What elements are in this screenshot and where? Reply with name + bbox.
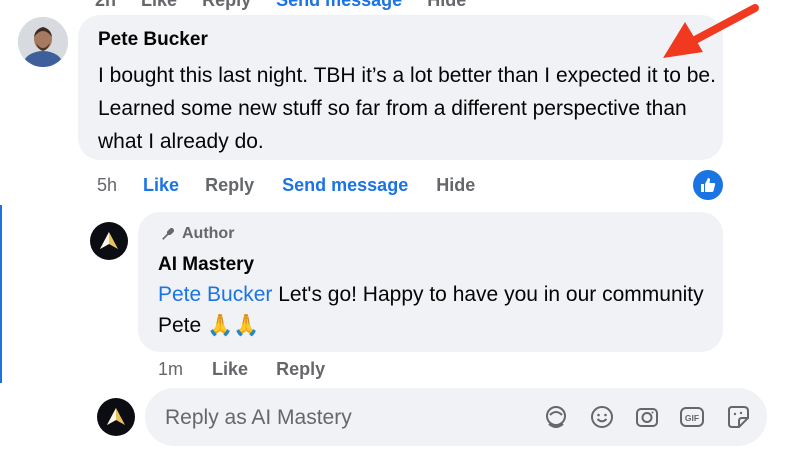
svg-text:GIF: GIF [685, 413, 699, 423]
avatar-sticker-icon[interactable] [543, 404, 569, 430]
emoji-icon[interactable] [589, 404, 615, 430]
microphone-icon [162, 227, 175, 240]
comment-author[interactable]: Pete Bucker [98, 29, 208, 51]
comment-reply-link[interactable]: Reply [205, 175, 254, 195]
reply-composer: GIF [145, 388, 767, 446]
comment-like-link[interactable]: Like [143, 175, 179, 195]
camera-icon[interactable] [634, 404, 660, 430]
previous-like-link[interactable]: Like [141, 0, 177, 10]
reply-bubble: Author AI Mastery Pete Bucker Let's go! … [138, 212, 723, 352]
comment-hide-link[interactable]: Hide [436, 175, 475, 195]
reply-reply-link[interactable]: Reply [276, 359, 325, 379]
ai-mastery-logo-icon [100, 232, 118, 249]
ai-mastery-logo-icon [107, 408, 125, 425]
reply-like-link[interactable]: Like [212, 359, 248, 379]
previous-comment-time: 2h [95, 0, 117, 10]
comment-text: I bought this last night. TBH it’s a lot… [98, 64, 716, 153]
thumbs-up-icon [701, 178, 716, 192]
avatar-ai-mastery[interactable] [90, 222, 128, 260]
comment-send-message-link[interactable]: Send message [282, 175, 408, 195]
reply-actions: 1m Like Reply [158, 359, 325, 380]
reaction-badge[interactable] [691, 168, 725, 202]
previous-reply-link[interactable]: Reply [202, 0, 251, 10]
red-arrow-annotation [663, 4, 759, 58]
comment-actions: 5h Like Reply Send message Hide [97, 175, 475, 196]
author-badge: Author [160, 225, 234, 243]
previous-hide-link[interactable]: Hide [427, 0, 466, 10]
comment-bubble: Pete Bucker I bought this last night. TB… [78, 15, 723, 160]
comment-time[interactable]: 5h [97, 175, 117, 195]
gif-icon[interactable]: GIF [679, 404, 705, 430]
thread-line [0, 205, 2, 383]
reply-text: Pete Bucker Let's go! Happy to have you … [158, 279, 718, 341]
previous-send-message-link[interactable]: Send message [276, 0, 402, 10]
composer-avatar [97, 398, 135, 436]
sticker-icon[interactable] [725, 404, 751, 430]
author-badge-label: Author [182, 225, 235, 242]
mention-link[interactable]: Pete Bucker [158, 283, 272, 306]
reply-author[interactable]: AI Mastery [158, 254, 254, 276]
reply-time[interactable]: 1m [158, 359, 183, 379]
profile-photo-icon [18, 17, 68, 67]
previous-comment-actions: 2h Like Reply Send message Hide [95, 0, 486, 11]
reply-input[interactable] [163, 400, 527, 436]
avatar-pete-bucker[interactable] [18, 17, 68, 67]
